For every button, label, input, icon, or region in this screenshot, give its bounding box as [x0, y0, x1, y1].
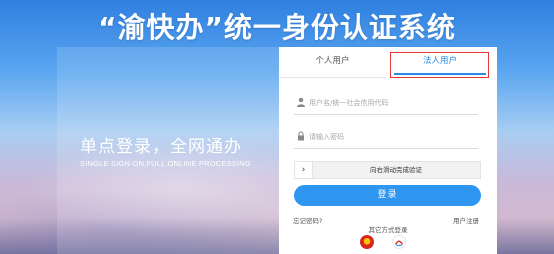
- password-field: [294, 126, 478, 149]
- slider-text: 向右滑动完成验证: [370, 166, 422, 174]
- password-input[interactable]: [309, 128, 475, 146]
- login-card: 个人用户 法人用户 › 向右滑动完成验证 登录 忘记密码? 用户注册 其它方式登…: [279, 47, 497, 254]
- app-logo-icon: [394, 240, 404, 247]
- slide-verification[interactable]: › 向右滑动完成验证: [294, 161, 481, 179]
- banner-slogan-english: SINGLE SIGN ON,FULL ONLINE PROCESSING: [80, 159, 251, 168]
- username-input[interactable]: [309, 94, 475, 112]
- banner-slogan: 单点登录，全网通办: [80, 137, 242, 157]
- chevron-right-icon: ›: [301, 165, 306, 175]
- tab-personal-user[interactable]: 个人用户: [279, 47, 386, 78]
- lock-icon: [298, 131, 304, 141]
- app-login-icon[interactable]: [392, 235, 406, 249]
- login-button[interactable]: 登录: [294, 185, 481, 206]
- slider-handle[interactable]: ›: [295, 162, 313, 178]
- national-emblem-icon[interactable]: [360, 235, 374, 249]
- highlight-box: [390, 52, 489, 78]
- other-login-methods-label: 其它方式登录: [368, 226, 408, 234]
- username-field: [294, 92, 478, 115]
- user-icon: [297, 97, 305, 107]
- page-title: “渝快办”统一身份认证系统: [98, 11, 456, 44]
